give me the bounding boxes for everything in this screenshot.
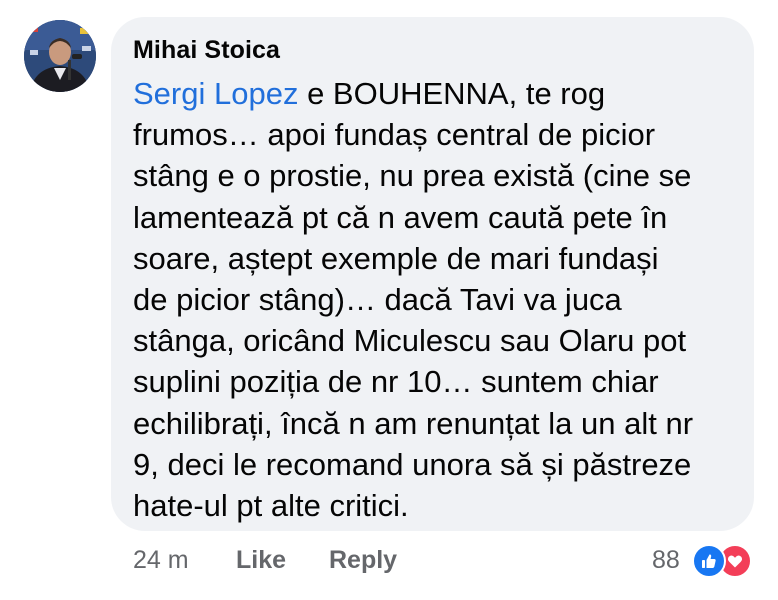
- reaction-count: 88: [652, 546, 680, 574]
- comment-timestamp[interactable]: 24 m: [133, 546, 189, 575]
- comment-line: hate-ul pt alte critici.: [133, 488, 409, 524]
- comment-line: stânga, oricând Miculescu sau Olaru pot: [133, 323, 687, 359]
- comment-author[interactable]: Mihai Stoica: [133, 36, 280, 65]
- avatar-photo: [24, 20, 96, 92]
- comment-line: suplini poziția de nr 10… suntem chiar: [133, 364, 659, 400]
- comment-item: Mihai Stoica Sergi Lopez e BOUHENNA, te …: [0, 0, 778, 600]
- comment-line: lamentează pt că n avem caută pete în: [133, 199, 668, 235]
- comment-line: de picior stâng)… dacă Tavi va juca: [133, 282, 622, 318]
- comment-text: Sergi Lopez e BOUHENNA, te rog frumos… a…: [133, 73, 733, 526]
- comment-line: Sergi Lopez e BOUHENNA, te rog: [133, 73, 733, 114]
- mention-link[interactable]: Sergi Lopez: [133, 76, 298, 111]
- comment-line: soare, aștept exemple de mari fundași: [133, 240, 659, 276]
- avatar[interactable]: [24, 20, 96, 92]
- comment-line: stâng e o prostie, nu prea există (cine …: [133, 158, 692, 194]
- reply-button[interactable]: Reply: [329, 546, 397, 575]
- comment-bubble: Mihai Stoica Sergi Lopez e BOUHENNA, te …: [111, 17, 754, 531]
- comment-line: echilibrați, încă n am renunțat la un al…: [133, 405, 694, 441]
- like-icon: [692, 544, 726, 578]
- reactions-summary[interactable]: 88: [652, 544, 762, 578]
- comment-line: frumos… apoi fundaș central de picior: [133, 117, 656, 153]
- comment-line-text: e BOUHENNA, te rog: [298, 76, 606, 111]
- like-button[interactable]: Like: [236, 546, 286, 575]
- comment-line: 9, deci le recomand unora să și păstreze: [133, 446, 692, 482]
